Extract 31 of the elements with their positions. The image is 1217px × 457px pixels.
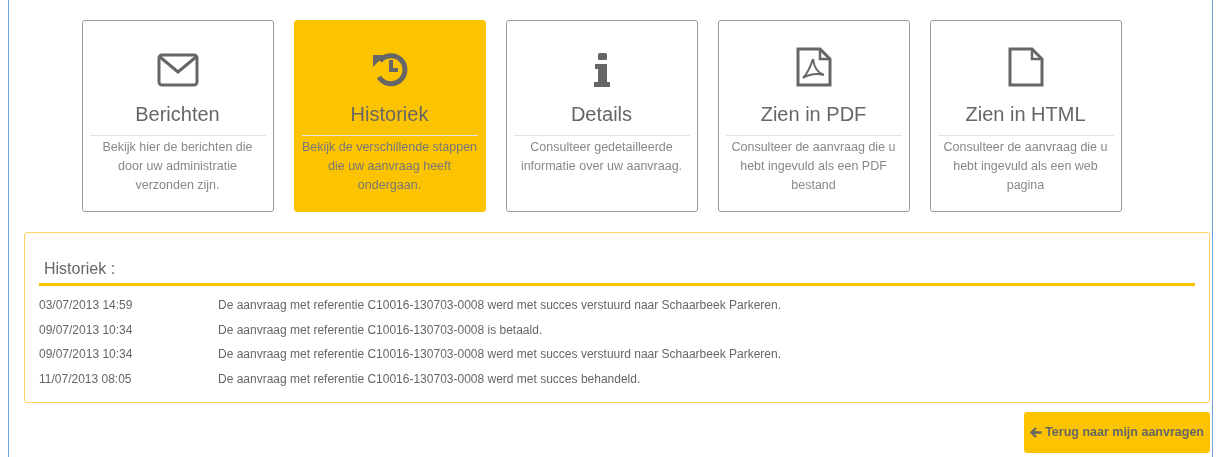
history-message: De aanvraag met referentie C10016-130703-0008 is betaald.: [218, 321, 543, 339]
navigation-tile[interactable]: Historiek Bekijk de verschillende stappen die uw aanvraag heeft ondergaan.: [293, 20, 486, 212]
file-icon: [1007, 47, 1044, 87]
history-title: Historiek :: [39, 257, 1195, 286]
history-date: 11/07/2013 08:05: [39, 370, 133, 388]
history-icon: [370, 51, 409, 87]
tile-description: Consulteer gedetailleerde informatie over uw aanvraag.: [519, 139, 684, 175]
tile-title: Zien in PDF: [760, 102, 867, 127]
history-message: De aanvraag met referentie C10016-130703-0008 werd met succes verstuurd naar Schaarbeek Parkeren.: [218, 297, 781, 314]
info-icon: [592, 53, 611, 87]
envelope-icon: [156, 53, 199, 87]
back-button[interactable]: Terug naar mijn aanvragen: [1024, 412, 1210, 453]
navigation-tile[interactable]: Zien in HTML Consulteer de aanvraag die u hebt ingevuld als een web pagina: [929, 20, 1122, 212]
pdf-file-icon: [795, 47, 832, 87]
tile-description: Bekijk hier de berichten die door uw administratie verzonden zijn.: [101, 139, 254, 194]
navigation-tile[interactable]: Details Consulteer gedetailleerde informatie over uw aanvraag.: [505, 20, 698, 212]
history-message: De aanvraag met referentie C10016-130703-0008 werd met succes verstuurd naar Schaarbeek Parkeren.: [218, 346, 781, 363]
navigation-tile[interactable]: Zien in PDF Consulteer de aanvraag die u hebt ingevuld als een PDF bestand: [717, 20, 910, 212]
tile-title: Details: [570, 102, 633, 127]
tile-description: Consulteer de aanvraag die u hebt ingevuld als een PDF bestand: [730, 139, 897, 194]
navigation-tile[interactable]: Berichten Bekijk hier de berichten die door uw administratie verzonden zijn.: [81, 20, 274, 212]
history-date: 09/07/2013 10:34: [39, 346, 134, 363]
tile-description: Bekijk de verschillende stappen die uw aanvraag heeft ondergaan.: [301, 139, 478, 194]
history-date: 09/07/2013 10:34: [39, 321, 134, 339]
history-message: De aanvraag met referentie C10016-130703-0008 werd met succes behandeld.: [218, 370, 641, 388]
tile-title: Zien in HTML: [965, 102, 1086, 127]
tile-title: Historiek: [350, 102, 429, 127]
tile-description: Consulteer de aanvraag die u hebt ingevuld als een web pagina: [942, 139, 1109, 194]
tile-title: Berichten: [135, 102, 220, 127]
arrow-left-icon: [1030, 427, 1043, 438]
history-date: 03/07/2013 14:59: [39, 297, 134, 314]
